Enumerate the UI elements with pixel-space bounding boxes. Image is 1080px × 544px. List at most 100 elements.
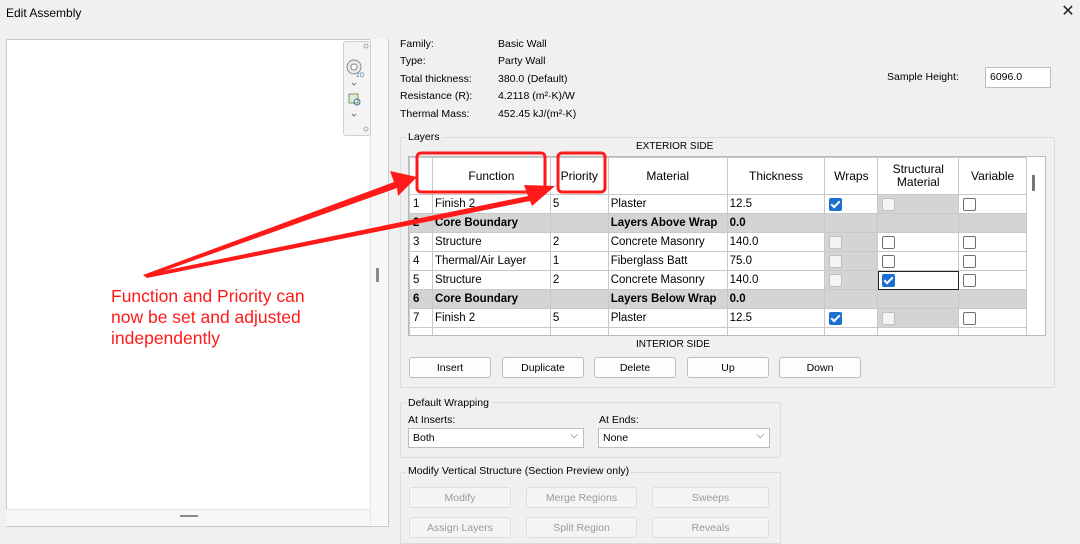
priority-cell[interactable]: 5 — [549, 194, 609, 214]
structural-cell[interactable] — [877, 270, 960, 290]
thickness-cell[interactable]: 140.0 — [726, 270, 826, 290]
table-scroll-thumb[interactable] — [1032, 175, 1035, 191]
column-header-thickness[interactable]: Thickness — [726, 157, 826, 195]
section-preview[interactable] — [6, 39, 389, 527]
wraps-cell[interactable] — [824, 213, 879, 233]
preview-horizontal-scrollbar[interactable] — [6, 509, 370, 526]
function-cell[interactable]: Core Boundary — [431, 213, 551, 233]
horizontal-scroll-thumb[interactable] — [180, 515, 198, 517]
material-cell[interactable]: Plaster — [607, 308, 728, 328]
wraps-cell[interactable] — [824, 270, 879, 290]
structural-checkbox[interactable] — [882, 273, 896, 287]
variable-checkbox[interactable] — [963, 273, 977, 287]
delete-button[interactable]: Delete — [594, 357, 676, 378]
structural-cell[interactable] — [877, 251, 960, 271]
material-cell[interactable]: Concrete Masonry — [607, 232, 728, 252]
layer-row[interactable]: 4 Thermal/Air Layer 1 Fiberglass Batt 75.0 — [409, 251, 1045, 271]
function-cell[interactable]: Thermal/Air Layer — [431, 251, 551, 271]
close-button[interactable]: ✕ — [1059, 2, 1077, 22]
material-cell[interactable]: Layers Above Wrap — [607, 213, 728, 233]
wraps-checkbox[interactable] — [829, 197, 843, 211]
function-cell[interactable]: Core Boundary — [431, 289, 551, 309]
assign-layers-button[interactable]: Assign Layers — [409, 517, 511, 538]
duplicate-button[interactable]: Duplicate — [502, 357, 584, 378]
column-header-structural-material[interactable]: Structural Material — [877, 157, 960, 195]
thickness-cell[interactable]: 12.5 — [726, 308, 826, 328]
structural-cell[interactable] — [877, 289, 960, 309]
variable-checkbox[interactable] — [963, 311, 977, 325]
variable-cell[interactable] — [958, 232, 1028, 252]
material-cell[interactable]: Concrete Masonry — [607, 270, 728, 290]
material-cell[interactable]: Plaster — [607, 194, 728, 214]
up-button[interactable]: Up — [687, 357, 769, 378]
wraps-cell[interactable] — [824, 232, 879, 252]
thickness-cell[interactable]: 12.5 — [726, 194, 826, 214]
vertical-scroll-thumb[interactable] — [376, 268, 379, 282]
variable-cell[interactable] — [958, 213, 1028, 233]
structural-checkbox[interactable] — [882, 254, 896, 268]
variable-checkbox[interactable] — [963, 235, 977, 249]
modify-button[interactable]: Modify — [409, 487, 511, 508]
down-button[interactable]: Down — [779, 357, 861, 378]
steering-wheel-icon[interactable]: 2D — [346, 59, 365, 79]
variable-cell[interactable] — [958, 270, 1028, 290]
at-inserts-select[interactable]: Both ⌵ — [408, 428, 584, 448]
table-scrollbar-header — [1026, 157, 1045, 195]
priority-cell[interactable]: 1 — [549, 251, 609, 271]
callout-line-2: now be set and adjusted — [111, 307, 301, 327]
sweeps-button[interactable]: Sweeps — [652, 487, 769, 508]
layer-row[interactable]: 3 Structure 2 Concrete Masonry 140.0 — [409, 232, 1045, 252]
modify-vertical-structure-label: Modify Vertical Structure (Section Previ… — [406, 465, 632, 477]
structural-cell[interactable] — [877, 232, 960, 252]
thickness-cell[interactable]: 0.0 — [726, 213, 826, 233]
wraps-checkbox[interactable] — [829, 311, 843, 325]
sample-height-input[interactable]: 6096.0 — [985, 67, 1051, 88]
preview-vertical-scrollbar[interactable] — [370, 39, 388, 525]
wraps-cell[interactable] — [824, 194, 879, 214]
variable-checkbox[interactable] — [963, 254, 977, 268]
function-cell[interactable]: Structure — [431, 232, 551, 252]
merge-regions-button[interactable]: Merge Regions — [526, 487, 637, 508]
structural-checkbox[interactable] — [882, 235, 896, 249]
split-region-button[interactable]: Split Region — [526, 517, 637, 538]
priority-cell[interactable] — [549, 213, 609, 233]
variable-cell[interactable] — [958, 251, 1028, 271]
structural-cell[interactable] — [877, 194, 960, 214]
layer-row[interactable]: 2 Core Boundary Layers Above Wrap 0.0 — [409, 213, 1045, 233]
thickness-cell[interactable]: 0.0 — [726, 289, 826, 309]
structural-cell[interactable] — [877, 213, 960, 233]
column-header-material[interactable]: Material — [607, 157, 728, 195]
priority-cell[interactable]: 5 — [549, 308, 609, 328]
zoom-icon[interactable] — [348, 93, 361, 106]
thickness-cell[interactable]: 75.0 — [726, 251, 826, 271]
wraps-cell[interactable] — [824, 308, 879, 328]
priority-cell[interactable]: 2 — [549, 270, 609, 290]
thickness-cell[interactable]: 140.0 — [726, 232, 826, 252]
layer-row[interactable]: 7 Finish 2 5 Plaster 12.5 — [409, 308, 1045, 328]
layer-row[interactable]: 6 Core Boundary Layers Below Wrap 0.0 — [409, 289, 1045, 309]
priority-cell[interactable] — [549, 289, 609, 309]
layer-row[interactable]: 5 Structure 2 Concrete Masonry 140.0 — [409, 270, 1045, 290]
variable-checkbox[interactable] — [963, 197, 977, 211]
variable-cell[interactable] — [958, 194, 1028, 214]
column-header-variable[interactable]: Variable — [958, 157, 1028, 195]
structural-cell[interactable] — [877, 308, 960, 328]
priority-cell[interactable]: 2 — [549, 232, 609, 252]
variable-cell[interactable] — [958, 308, 1028, 328]
layer-row[interactable]: 1 Finish 2 5 Plaster 12.5 — [409, 194, 1045, 214]
material-cell[interactable]: Fiberglass Batt — [607, 251, 728, 271]
window-title: Edit Assembly — [6, 6, 82, 20]
wraps-cell[interactable] — [824, 289, 879, 309]
wraps-cell[interactable] — [824, 251, 879, 271]
reveals-button[interactable]: Reveals — [652, 517, 769, 538]
function-cell[interactable]: Finish 2 — [431, 308, 551, 328]
variable-cell[interactable] — [958, 289, 1028, 309]
material-cell[interactable]: Layers Below Wrap — [607, 289, 728, 309]
column-header-priority[interactable]: Priority — [549, 157, 609, 195]
function-cell[interactable]: Structure — [431, 270, 551, 290]
at-ends-select[interactable]: None ⌵ — [598, 428, 770, 448]
column-header-wraps[interactable]: Wraps — [824, 157, 879, 195]
column-header-function[interactable]: Function — [431, 157, 551, 195]
function-cell[interactable]: Finish 2 — [431, 194, 551, 214]
insert-button[interactable]: Insert — [409, 357, 491, 378]
